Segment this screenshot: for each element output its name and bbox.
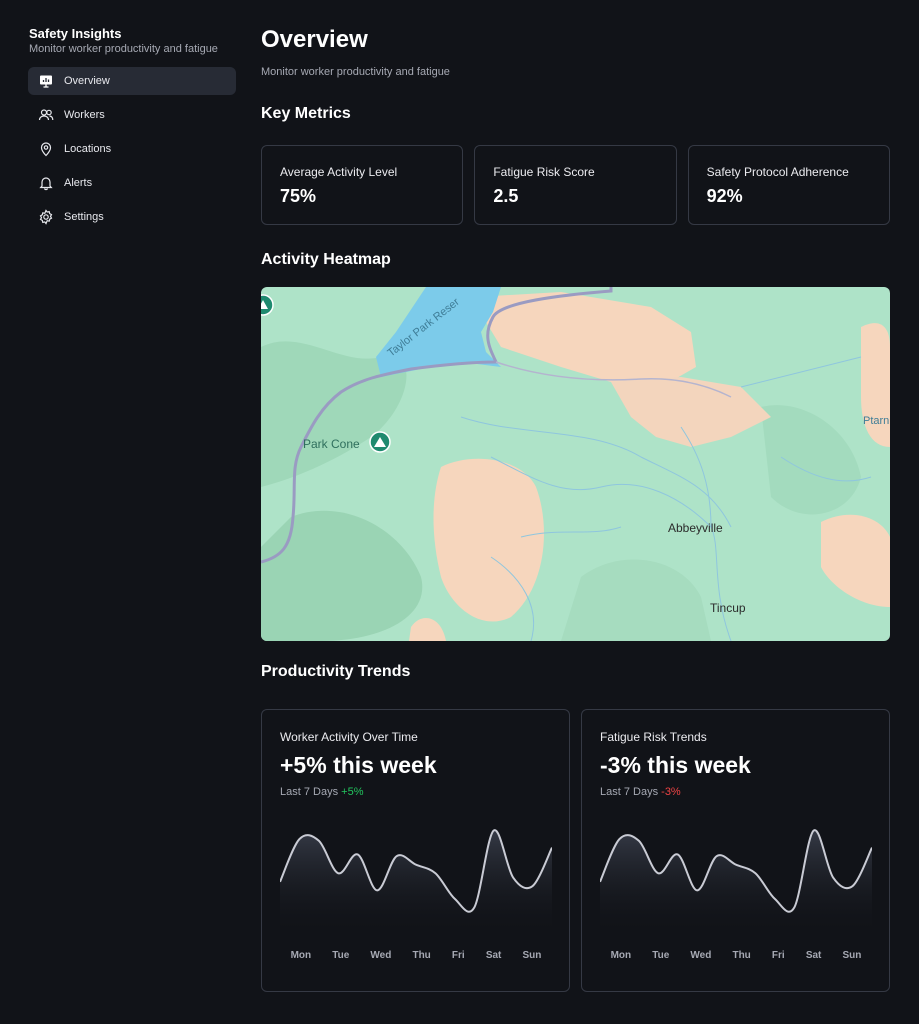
key-metrics-title: Key Metrics: [261, 105, 351, 122]
sidebar: Safety Insights Monitor worker productiv…: [28, 26, 236, 231]
sidebar-item-label: Locations: [64, 143, 112, 155]
metric-value: 92%: [706, 186, 743, 206]
x-tick-label: Sat: [805, 950, 822, 961]
metric-label: Fatigue Risk Score: [493, 165, 595, 179]
sidebar-item-locations[interactable]: Locations: [28, 135, 236, 163]
chart-x-axis: Mon Tue Wed Thu Fri Sat Sun: [280, 950, 552, 961]
sidebar-item-overview[interactable]: Overview: [28, 67, 236, 95]
trends-title: Productivity Trends: [261, 663, 411, 680]
chart-x-axis: Mon Tue Wed Thu Fri Sat Sun: [600, 950, 872, 961]
trend-period-label: Last 7 Days: [600, 786, 659, 798]
x-tick-label: Sun: [522, 950, 542, 961]
fatigue-trend-chart: [600, 829, 872, 936]
sidebar-item-label: Alerts: [64, 177, 93, 189]
page-subtitle: Monitor worker productivity and fatigue: [261, 66, 450, 78]
mountain-marker-icon[interactable]: [369, 431, 391, 453]
metric-value: 2.5: [493, 186, 519, 206]
bell-icon: [39, 177, 53, 191]
trend-label: Fatigue Risk Trends: [600, 730, 707, 744]
x-tick-label: Sun: [842, 950, 862, 961]
map-label-edge: Ptarn: [863, 415, 889, 427]
metric-label: Safety Protocol Adherence: [706, 165, 849, 179]
app-subtitle: Monitor worker productivity and fatigue: [29, 43, 218, 55]
sidebar-item-settings[interactable]: Settings: [28, 203, 236, 231]
sidebar-item-label: Overview: [64, 75, 110, 87]
sidebar-item-alerts[interactable]: Alerts: [28, 169, 236, 197]
x-tick-label: Mon: [290, 950, 312, 961]
x-tick-label: Mon: [610, 950, 632, 961]
metrics-row: Average Activity Level 75% Fatigue Risk …: [261, 145, 890, 225]
sidebar-item-workers[interactable]: Workers: [28, 101, 236, 129]
chart-area-fill: [280, 830, 552, 936]
metric-card-adherence: Safety Protocol Adherence 92%: [687, 145, 890, 225]
trend-period: Last 7 Days +5%: [280, 786, 551, 798]
trends-row: Worker Activity Over Time +5% this week …: [261, 709, 890, 992]
x-tick-label: Tue: [652, 950, 670, 961]
activity-heatmap-map[interactable]: Taylor Park Reser Park Cone Abbeyville T…: [261, 287, 890, 641]
map-label-town: Tincup: [710, 601, 746, 615]
x-tick-label: Fri: [451, 950, 465, 961]
chart-area-fill: [600, 830, 872, 936]
metric-card-activity: Average Activity Level 75%: [261, 145, 464, 225]
trend-value: +5% this week: [280, 752, 437, 778]
map-label-town: Abbeyville: [668, 521, 723, 535]
gear-icon: [39, 209, 53, 225]
trend-period: Last 7 Days -3%: [600, 786, 871, 798]
x-tick-label: Fri: [771, 950, 785, 961]
sidebar-item-label: Workers: [64, 109, 105, 121]
map-pin-icon: [40, 142, 52, 157]
users-icon: [38, 109, 54, 121]
trend-card-fatigue: Fatigue Risk Trends -3% this week Last 7…: [581, 709, 890, 992]
metric-label: Average Activity Level: [280, 165, 398, 179]
page-title: Overview: [261, 26, 368, 53]
heatmap-title: Activity Heatmap: [261, 251, 391, 268]
map-label-peak: Park Cone: [303, 437, 360, 451]
trend-label: Worker Activity Over Time: [280, 730, 418, 744]
trend-change: -3%: [661, 786, 681, 798]
sidebar-nav: Overview Workers Locations Alerts Settin…: [28, 67, 236, 231]
sidebar-item-label: Settings: [64, 211, 104, 223]
presentation-chart-icon: [40, 75, 52, 88]
metric-card-fatigue: Fatigue Risk Score 2.5: [474, 145, 677, 225]
trend-card-activity: Worker Activity Over Time +5% this week …: [261, 709, 570, 992]
trend-change: +5%: [341, 786, 364, 798]
x-tick-label: Tue: [332, 950, 350, 961]
metric-value: 75%: [280, 186, 317, 206]
trend-period-label: Last 7 Days: [280, 786, 339, 798]
activity-trend-chart: [280, 829, 552, 936]
map-canvas: Taylor Park Reser Park Cone Abbeyville T…: [261, 287, 890, 641]
x-tick-label: Sat: [485, 950, 502, 961]
x-tick-label: Wed: [370, 950, 392, 961]
app-title: Safety Insights: [29, 26, 122, 41]
x-tick-label: Wed: [690, 950, 712, 961]
trend-value: -3% this week: [600, 752, 751, 778]
x-tick-label: Thu: [412, 950, 431, 961]
main-content: Overview Monitor worker productivity and…: [261, 26, 890, 269]
x-tick-label: Thu: [732, 950, 751, 961]
